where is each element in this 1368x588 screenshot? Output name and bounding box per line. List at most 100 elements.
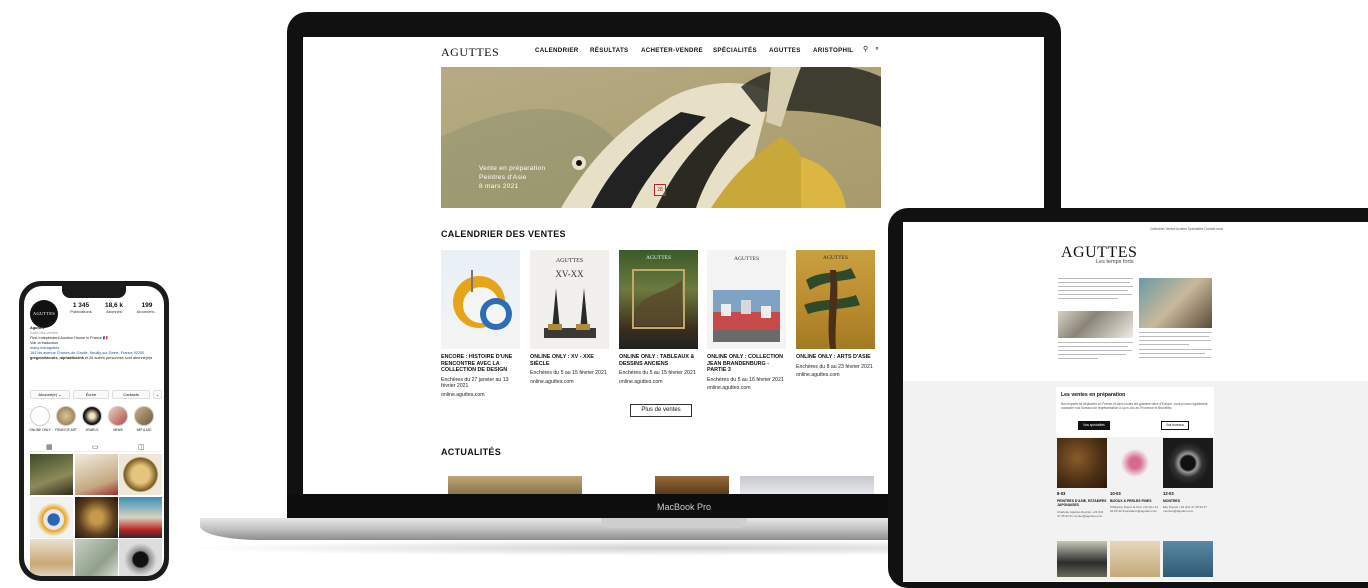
lot-title: MONTRES (1163, 499, 1180, 503)
nav-aristophil[interactable]: ARISTOPHIL (813, 47, 853, 54)
stat-publications[interactable]: 1 345 Publications (64, 302, 98, 314)
tablet-tagline: Les temps forts (1096, 259, 1134, 265)
lot-thumbnail[interactable] (1163, 541, 1213, 577)
message-button[interactable]: Écrire (73, 390, 109, 399)
stat-value: 199 (141, 302, 153, 309)
stat-followers[interactable]: 18,6 k Abonnés (97, 302, 131, 314)
highlight-jewels[interactable]: JEWELS (81, 406, 103, 432)
sale-card[interactable]: AGUTTES ONLINE ONLY : TABLEAUX & DESSINS… (619, 250, 698, 385)
laptop-opening-notch (601, 518, 747, 528)
text-line (1058, 298, 1118, 299)
grid-icon[interactable]: ▦ (46, 443, 53, 451)
more-sales-button[interactable]: Plus de ventes (630, 404, 692, 417)
news-thumbnail[interactable] (655, 476, 729, 494)
follow-button[interactable]: Abonné(e) ⌄ (30, 390, 70, 399)
sale-card-url[interactable]: online.aguttes.com (619, 379, 698, 385)
post-thumbnail[interactable] (74, 454, 118, 495)
sale-card-url[interactable]: online.aguttes.com (796, 372, 875, 378)
tablet-top-nav[interactable]: Calendrier Ventes Acheter Spécialités Co… (1150, 227, 1223, 231)
text-line (1058, 290, 1128, 291)
lot-image (1110, 438, 1160, 488)
highlight-imp-mo[interactable]: IMP & MO (133, 406, 155, 432)
highlight-fine-art[interactable]: FIEAN OF ART (55, 406, 77, 432)
asian-arts-artwork: AGUTTES (804, 255, 860, 349)
tablet-feature-image[interactable] (1139, 278, 1212, 328)
post-thumbnail[interactable] (74, 539, 118, 576)
upcoming-sales-title: Les ventes en préparation (1061, 392, 1126, 398)
post-thumbnail[interactable] (30, 539, 73, 576)
offices-button[interactable]: Voir bureaux (1161, 421, 1189, 430)
site-logo[interactable]: AGUTTES (441, 45, 499, 60)
highlight-cover (134, 406, 154, 426)
text-line (1058, 282, 1130, 283)
specialties-button[interactable]: Nos spécialités (1078, 421, 1110, 430)
tablet-feature-image[interactable] (1058, 311, 1133, 338)
stat-following[interactable]: 199 Abonnem... (130, 302, 164, 314)
search-icon[interactable]: ⚲ (863, 45, 868, 53)
news-thumbnail[interactable] (740, 476, 874, 494)
upcoming-lot[interactable]: 8-03 PEINTRES D'ASIE, ESTAMPES JAPONAISE… (1057, 438, 1107, 518)
text-line (1139, 332, 1212, 333)
post-thumbnail[interactable] (30, 454, 73, 495)
old-masters-artwork: AGUTTES (632, 255, 685, 329)
highlight-cover (82, 406, 102, 426)
sale-card[interactable]: AGUTTES XV-XX ONLINE ONLY : XV - XXE SIÈ… (530, 250, 609, 385)
svg-text:AGUTTES: AGUTTES (734, 256, 759, 262)
sale-card-url[interactable]: online.aguttes.com (707, 385, 786, 391)
tablet-text-block (1139, 332, 1212, 361)
profile-actions: Abonné(e) ⌄ Écrire Contacts ⌄ (30, 390, 162, 400)
lot-contact: Philippine Dupré la Tour +33 (0)1 41 92 … (1110, 505, 1159, 514)
sale-card-url[interactable]: online.aguttes.com (530, 379, 609, 385)
sale-card-title: ONLINE ONLY : COLLECTION JEAN BRANDENBUR… (707, 354, 784, 373)
contact-button[interactable]: Contacts (112, 390, 150, 399)
lot-thumbnail[interactable] (1110, 541, 1160, 577)
nav-specialites[interactable]: SPÉCIALITÉS (713, 47, 757, 54)
lot-image (1163, 438, 1213, 488)
sale-card[interactable]: AGUTTES ONLINE ONLY : COLLECTION JEAN BR… (707, 250, 786, 391)
post-thumbnail[interactable] (119, 454, 162, 495)
lot-title: PEINTRES D'ASIE, ESTAMPES JAPONAISES (1057, 499, 1107, 508)
highlight-cover (56, 406, 76, 426)
text-line (1139, 336, 1209, 337)
upcoming-lot[interactable]: 10-03 BIJOUX & PERLES FINES Philippine D… (1110, 438, 1160, 513)
highlight-news[interactable]: NEWS (107, 406, 129, 432)
text-line (1058, 286, 1133, 287)
text-line (1139, 349, 1212, 350)
more-options-button[interactable]: ⌄ (153, 390, 162, 399)
hero-line-1: Vente en préparation (479, 165, 546, 172)
nav-acheter-vendre[interactable]: ACHETER-VENDRE (641, 47, 703, 54)
nav-calendrier[interactable]: CALENDRIER (535, 47, 579, 54)
highlight-online-only[interactable]: ONLINE ONLY (29, 406, 51, 432)
lot-contact: Charlotte Aguttes-Reynier +33 (0)1 47 45… (1057, 509, 1104, 518)
post-thumbnail[interactable] (119, 539, 162, 576)
text-line (1058, 354, 1126, 355)
highlight-label: NEWS (113, 428, 123, 432)
text-line (1058, 350, 1132, 351)
avatar[interactable]: AGUTTES (30, 300, 58, 328)
svg-text:AGUTTES: AGUTTES (646, 255, 671, 261)
design-plates-artwork (453, 270, 512, 330)
mutual-followers[interactable]: gregoirelacroix, raphaelkoznk et 26 autr… (30, 356, 162, 361)
sale-card-dates: Enchères du 27 janvier au 13 février 202… (441, 376, 509, 390)
calendar-section-title: CALENDRIER DES VENTES (441, 229, 566, 239)
sale-card[interactable]: AGUTTES ONLINE ONLY : ARTS D'ASIE Enchèr… (796, 250, 875, 378)
text-line (1058, 294, 1132, 295)
svg-text:AGUTTES: AGUTTES (823, 255, 848, 261)
highlight-label: FIEAN OF ART (55, 428, 77, 432)
lot-date: 12-03 (1163, 491, 1174, 496)
nav-resultats[interactable]: RÉSULTATS (590, 47, 628, 54)
profile-bio: Aguttes Salle des ventes First Independe… (30, 326, 162, 361)
smartphone-device: AGUTTES 1 345 Publications 18,6 k Abonné… (19, 281, 169, 581)
sale-card-title: ONLINE ONLY : TABLEAUX & DESSINS ANCIENS (619, 354, 695, 367)
sale-card-url[interactable]: online.aguttes.com (441, 392, 520, 398)
tagged-icon[interactable]: ◫ (138, 443, 145, 451)
user-icon[interactable]: ⚬ (874, 45, 880, 53)
reels-icon[interactable]: ▭ (92, 443, 99, 451)
lot-thumbnail[interactable] (1057, 541, 1107, 577)
highlight-label: ONLINE ONLY (29, 428, 51, 432)
upcoming-sales-text: Nos experts se déplacent en France et da… (1061, 402, 1208, 411)
sale-card[interactable]: ENCORE : HISTOIRE D'UNE RENCONTRE AVEC L… (441, 250, 520, 398)
news-thumbnail[interactable] (448, 476, 582, 494)
upcoming-lot[interactable]: 12-03 MONTRES Elie Dupuis +33 (0)1 47 45… (1163, 438, 1213, 513)
nav-aguttes[interactable]: AGUTTES (769, 47, 801, 54)
